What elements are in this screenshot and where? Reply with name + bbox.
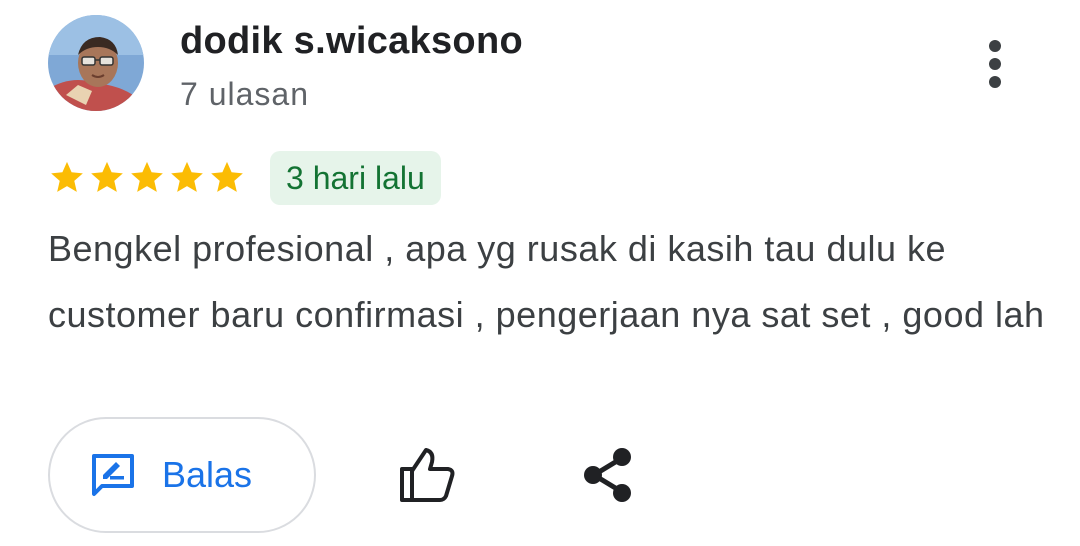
review-card: dodik s.wicaksono 7 ulasan 3 hari lalu B…: [0, 0, 1080, 546]
star-icon: [171, 161, 203, 192]
rating-row: 3 hari lalu: [48, 150, 441, 206]
thumb-up-icon: [400, 448, 455, 502]
star-icon: [51, 161, 83, 192]
review-count: 7 ulasan: [180, 76, 309, 112]
reviewer-name[interactable]: dodik s.wicaksono: [180, 20, 523, 63]
star-icon: [211, 161, 243, 192]
more-vert-icon: [989, 40, 1001, 88]
star-rating: [48, 159, 246, 197]
reply-button[interactable]: Balas: [48, 417, 316, 533]
more-options-button[interactable]: [970, 36, 1020, 92]
like-button[interactable]: [396, 442, 460, 506]
star-icon: [131, 161, 163, 192]
star-icon: [91, 161, 123, 192]
review-text: Bengkel profesional , apa yg rusak di ka…: [48, 228, 1045, 335]
share-icon: [584, 448, 631, 502]
rate-review-icon: [92, 454, 134, 496]
share-button[interactable]: [578, 444, 638, 506]
avatar[interactable]: [48, 15, 144, 111]
avatar-image: [48, 15, 144, 111]
date-badge: 3 hari lalu: [270, 151, 441, 205]
reply-label: Balas: [162, 454, 253, 495]
